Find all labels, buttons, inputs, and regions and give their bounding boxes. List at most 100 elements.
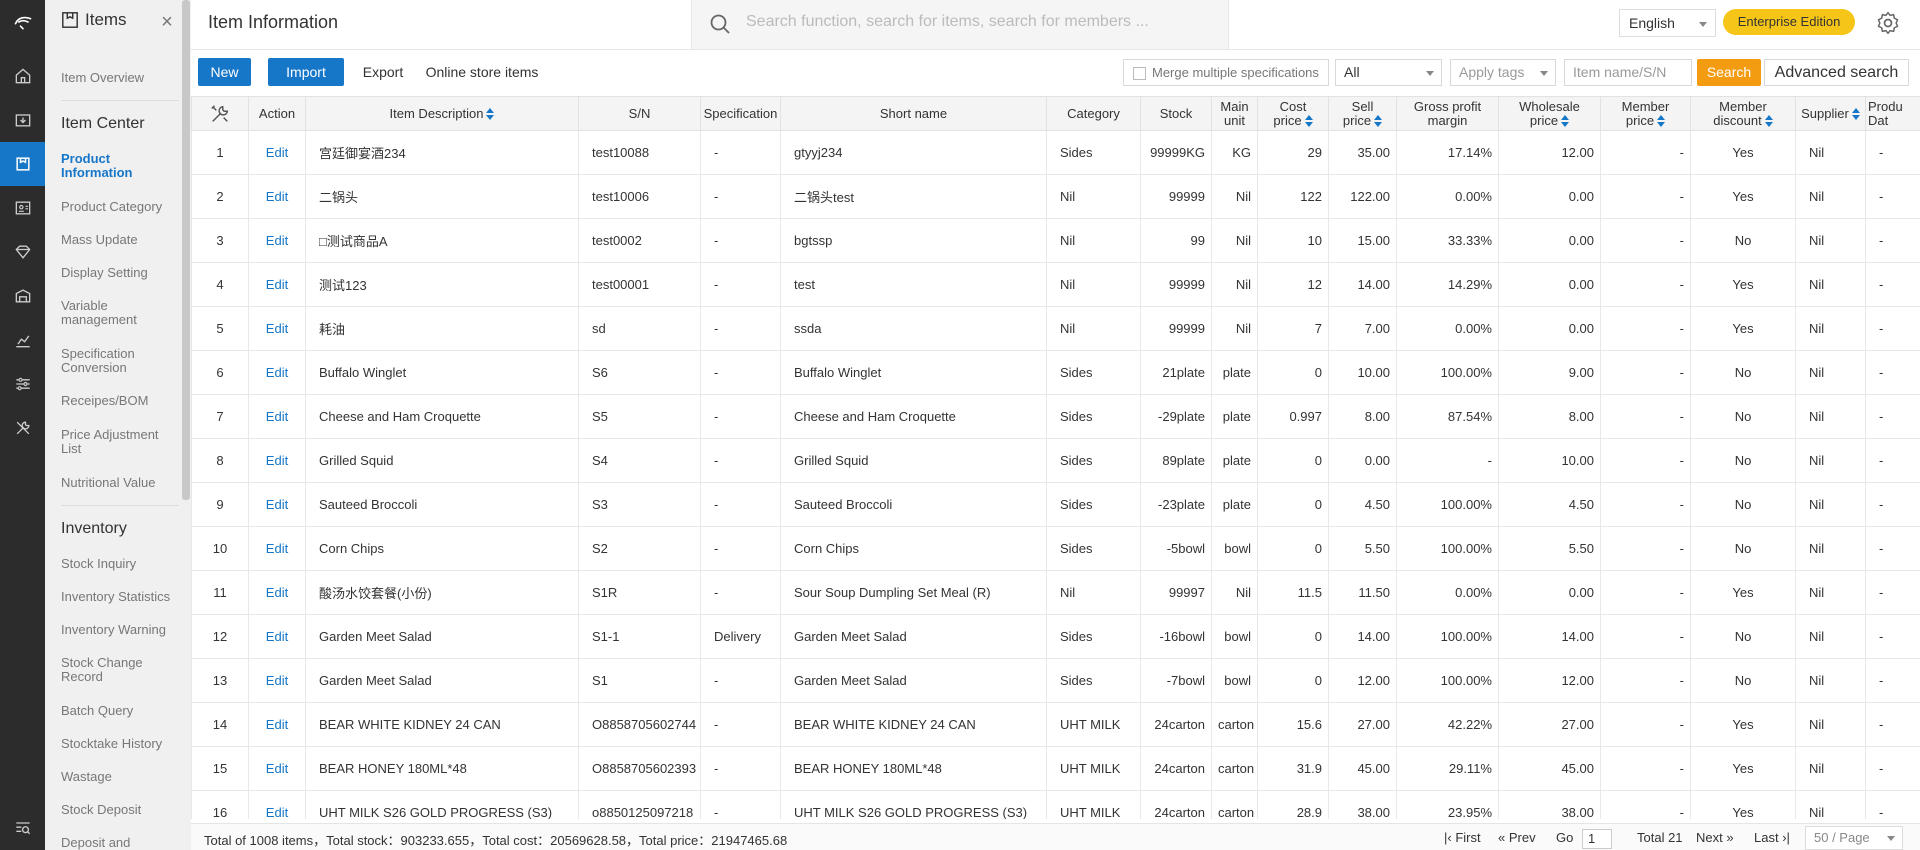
sidebar-item-item-overview[interactable]: Item Overview bbox=[61, 71, 179, 85]
reports-icon[interactable] bbox=[0, 318, 45, 362]
member-card-icon[interactable] bbox=[0, 186, 45, 230]
sort-icon[interactable] bbox=[1304, 115, 1313, 128]
sort-icon[interactable] bbox=[1657, 115, 1666, 128]
specification-cell: - bbox=[700, 746, 781, 791]
last-page-button[interactable]: Last ›| bbox=[1754, 830, 1790, 845]
sidebar-item-stock-deposit[interactable]: Stock Deposit bbox=[61, 803, 179, 817]
search-menu-icon[interactable] bbox=[0, 806, 45, 850]
sidebar-item-deposit-and[interactable]: Deposit and bbox=[61, 836, 179, 850]
item-description-cell: UHT MILK S26 GOLD PROGRESS (S3) bbox=[305, 790, 579, 819]
new-button[interactable]: New bbox=[198, 58, 251, 86]
language-select[interactable]: English bbox=[1619, 9, 1716, 37]
edit-button-cell[interactable]: Edit bbox=[248, 790, 306, 819]
gross-profit-margin-cell: - bbox=[1396, 438, 1499, 483]
edit-button-cell[interactable]: Edit bbox=[248, 570, 306, 615]
home-icon[interactable] bbox=[0, 54, 45, 98]
header-wholesale-price[interactable]: Wholesale price bbox=[1498, 96, 1601, 131]
sort-icon[interactable] bbox=[1851, 108, 1860, 121]
edit-button-cell[interactable]: Edit bbox=[248, 702, 306, 747]
edit-button-cell[interactable]: Edit bbox=[248, 262, 306, 307]
apply-tags-select[interactable]: Apply tags bbox=[1450, 59, 1556, 86]
edit-button-cell[interactable]: Edit bbox=[248, 438, 306, 483]
page-size-select[interactable]: 50 / Page bbox=[1805, 826, 1903, 850]
header-sell-price[interactable]: Sell price bbox=[1328, 96, 1397, 131]
merge-specifications-checkbox[interactable]: Merge multiple specifications bbox=[1123, 59, 1329, 86]
production-date-cell: - bbox=[1865, 394, 1920, 439]
main-unit-cell: Nil bbox=[1211, 262, 1258, 307]
sidebar-item-product-category[interactable]: Product Category bbox=[61, 200, 179, 214]
header-supplier[interactable]: Supplier bbox=[1795, 96, 1866, 131]
sort-icon[interactable] bbox=[1764, 115, 1773, 128]
sidebar-item-specification-conversion[interactable]: Specification Conversion bbox=[61, 347, 179, 375]
wholesale-price-cell: 0.00 bbox=[1498, 174, 1601, 219]
edit-button-cell[interactable]: Edit bbox=[248, 394, 306, 439]
marketing-icon[interactable] bbox=[0, 230, 45, 274]
sidebar-item-stock-change-record[interactable]: Stock Change Record bbox=[61, 656, 179, 684]
sidebar-item-product-information[interactable]: Product Information bbox=[61, 152, 179, 180]
edit-button-cell[interactable]: Edit bbox=[248, 350, 306, 395]
sidebar-item-inventory-statistics[interactable]: Inventory Statistics bbox=[61, 590, 179, 604]
header-cost-price[interactable]: Cost price bbox=[1257, 96, 1329, 131]
gear-icon[interactable] bbox=[1875, 10, 1901, 36]
prev-page-button[interactable]: « Prev bbox=[1498, 830, 1536, 845]
header-member-discount[interactable]: Member discount bbox=[1690, 96, 1796, 131]
gross-profit-margin-cell: 33.33% bbox=[1396, 218, 1499, 263]
next-page-button[interactable]: Next » bbox=[1696, 830, 1734, 845]
cashier-icon[interactable] bbox=[0, 98, 45, 142]
sidebar-scrollbar[interactable] bbox=[182, 0, 190, 500]
edit-button-cell[interactable]: Edit bbox=[248, 218, 306, 263]
edit-button-cell[interactable]: Edit bbox=[248, 658, 306, 703]
status-select[interactable]: All bbox=[1335, 59, 1442, 86]
header-member-price[interactable]: Member price bbox=[1600, 96, 1691, 131]
edit-button-cell[interactable]: Edit bbox=[248, 526, 306, 571]
sidebar-divider bbox=[61, 505, 179, 506]
first-page-button[interactable]: |‹ First bbox=[1444, 830, 1481, 845]
header-item-description[interactable]: Item Description bbox=[305, 96, 579, 131]
close-icon[interactable]: × bbox=[157, 12, 177, 32]
sidebar-item-variable-management[interactable]: Variable management bbox=[61, 299, 179, 327]
item-description-cell: 二锅头 bbox=[305, 174, 579, 219]
sort-icon[interactable] bbox=[1374, 115, 1383, 128]
edit-button-cell[interactable]: Edit bbox=[248, 482, 306, 527]
sidebar-item-stocktake-history[interactable]: Stocktake History bbox=[61, 737, 179, 751]
sidebar-item-mass-update[interactable]: Mass Update bbox=[61, 233, 179, 247]
sidebar-item-receipes-bom[interactable]: Receipes/BOM bbox=[61, 394, 179, 408]
sidebar-item-nutritional-value[interactable]: Nutritional Value bbox=[61, 476, 179, 490]
serial-number-cell: S5 bbox=[578, 394, 701, 439]
search-button[interactable]: Search bbox=[1697, 59, 1761, 86]
supplier-icon[interactable] bbox=[0, 274, 45, 318]
advanced-search-button[interactable]: Advanced search bbox=[1764, 59, 1909, 86]
page-number-input[interactable]: 1 bbox=[1582, 829, 1612, 849]
sidebar-item-stock-inquiry[interactable]: Stock Inquiry bbox=[61, 557, 179, 571]
sidebar-item-wastage[interactable]: Wastage bbox=[61, 770, 179, 784]
logo-icon[interactable] bbox=[0, 0, 45, 44]
column-settings-icon[interactable] bbox=[209, 103, 231, 125]
tools-icon[interactable] bbox=[0, 406, 45, 450]
category-cell: Nil bbox=[1046, 570, 1141, 615]
edition-badge[interactable]: Enterprise Edition bbox=[1723, 9, 1855, 35]
column-settings-header[interactable] bbox=[191, 96, 249, 131]
sort-icon[interactable] bbox=[1561, 115, 1570, 128]
sidebar-item-batch-query[interactable]: Batch Query bbox=[61, 704, 179, 718]
table-row: 10 Edit Corn Chips S2- Corn Chips Sides -5bowl… bbox=[191, 526, 1920, 571]
settings-sliders-icon[interactable] bbox=[0, 362, 45, 406]
global-search-input[interactable]: Search function, search for items, searc… bbox=[691, 0, 1229, 49]
edit-button-cell[interactable]: Edit bbox=[248, 306, 306, 351]
sort-icon[interactable] bbox=[486, 108, 495, 121]
member-discount-cell: No bbox=[1690, 438, 1796, 483]
items-icon[interactable] bbox=[0, 142, 45, 186]
edit-button-cell[interactable]: Edit bbox=[248, 746, 306, 791]
checkbox-box[interactable] bbox=[1133, 67, 1146, 80]
import-button[interactable]: Import bbox=[268, 58, 344, 86]
sidebar-item-display-setting[interactable]: Display Setting bbox=[61, 266, 179, 280]
sidebar-item-inventory-warning[interactable]: Inventory Warning bbox=[61, 623, 179, 637]
member-discount-cell: Yes bbox=[1690, 262, 1796, 307]
item-name-input[interactable]: Item name/S/N bbox=[1564, 59, 1692, 86]
export-button[interactable]: Export bbox=[360, 58, 406, 86]
online-store-items-button[interactable]: Online store items bbox=[425, 58, 539, 86]
edit-button-cell[interactable]: Edit bbox=[248, 614, 306, 659]
edit-button-cell[interactable]: Edit bbox=[248, 174, 306, 219]
edit-button-cell[interactable]: Edit bbox=[248, 130, 306, 175]
sidebar-item-price-adjustment-list[interactable]: Price Adjustment List bbox=[61, 428, 179, 456]
row-number-cell: 16 bbox=[191, 790, 249, 819]
